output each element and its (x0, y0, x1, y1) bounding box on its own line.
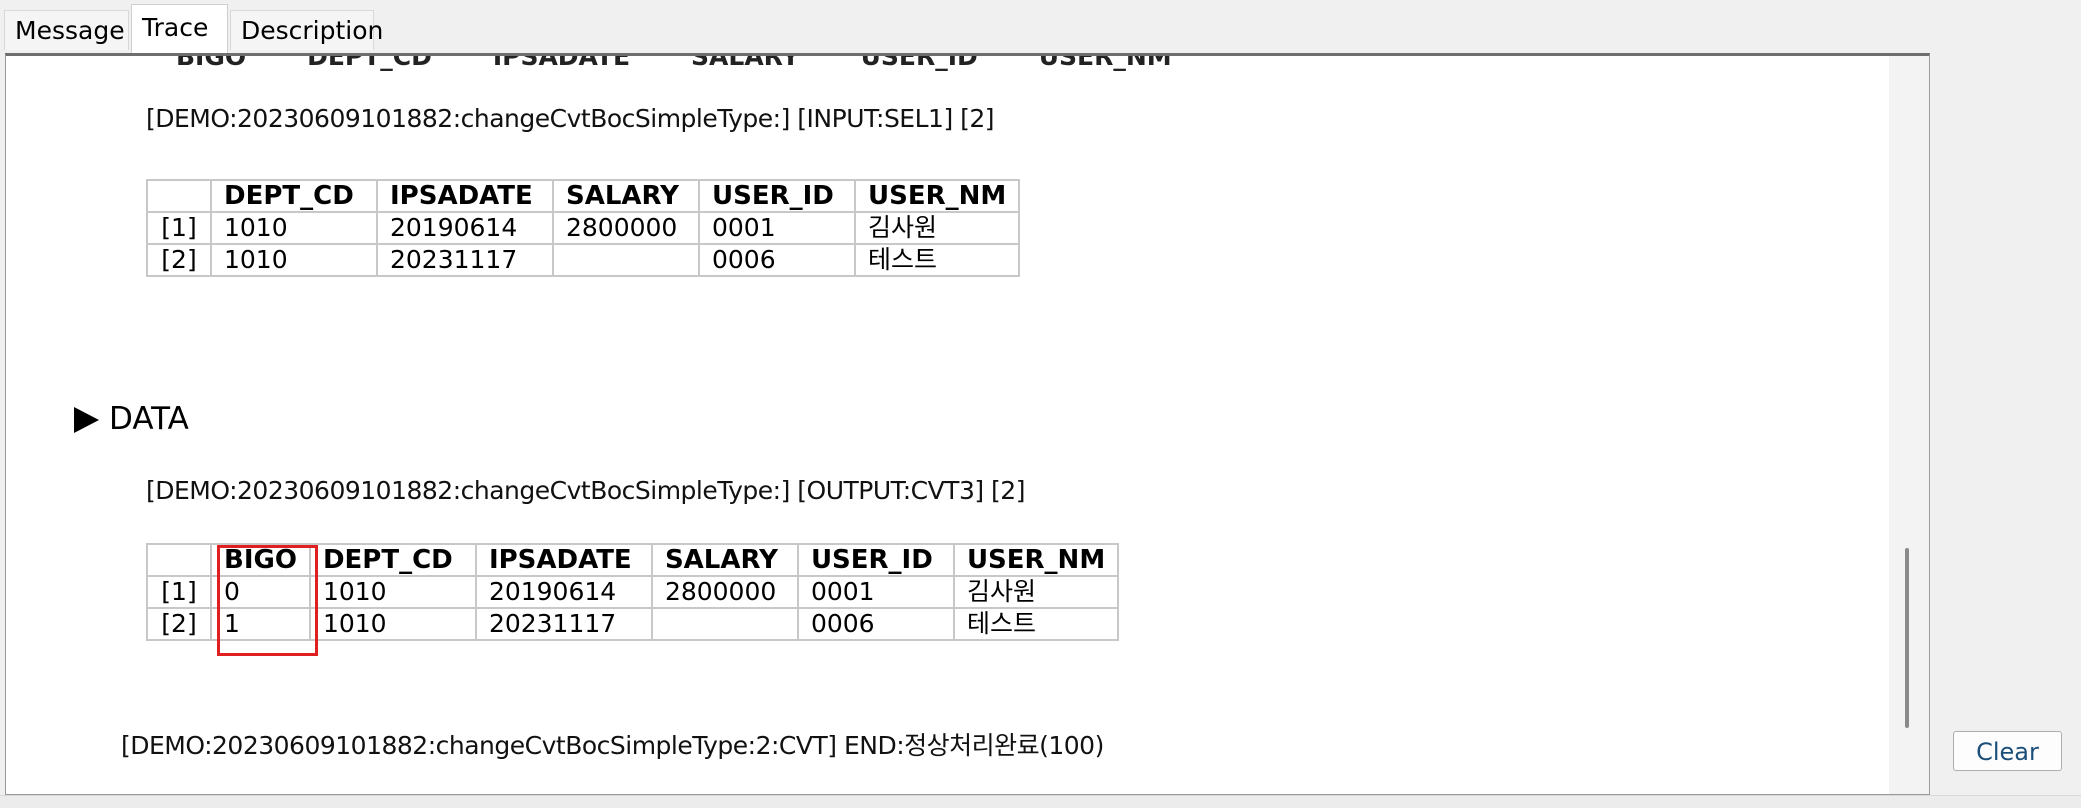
trace-panel: BIGO DEPT_CD IPSADATE SALARY USER_ID USE… (5, 53, 1930, 795)
tab-trace[interactable]: Trace (131, 4, 228, 53)
cell-salary (552, 243, 700, 277)
clipped-table-header: BIGO DEPT_CD IPSADATE SALARY USER_ID USE… (176, 53, 1172, 71)
status-bar (0, 795, 2081, 808)
cell-user-id: 0001 (698, 211, 856, 245)
cell-dept-cd: 1010 (210, 211, 378, 245)
cell-dept-cd: 1010 (308, 575, 477, 609)
cell-user-id: 0006 (698, 243, 856, 277)
row-index: [2] (146, 243, 212, 277)
header-bigo: BIGO (210, 543, 311, 577)
table-header-row: BIGO DEPT_CD IPSADATE SALARY USER_ID USE… (146, 543, 1120, 577)
cell-bigo: 1 (210, 607, 311, 641)
row-index: [1] (146, 211, 212, 245)
tab-strip: Message Trace Description (0, 0, 2081, 53)
cell-ipsadate: 20231117 (376, 243, 554, 277)
cell-user-nm: 김사원 (952, 575, 1120, 609)
header-user-id: USER_ID (698, 179, 856, 213)
table-header-row: DEPT_CD IPSADATE SALARY USER_ID USER_NM (146, 179, 1021, 213)
cell-user-nm: 테스트 (952, 607, 1120, 641)
header-ipsadate: IPSADATE (474, 543, 653, 577)
input-table: DEPT_CD IPSADATE SALARY USER_ID USER_NM … (146, 179, 1021, 277)
cell-user-id: 0006 (796, 607, 955, 641)
header-salary: SALARY (650, 543, 799, 577)
cell-ipsadate: 20190614 (376, 211, 554, 245)
cell-user-nm: 김사원 (853, 211, 1021, 245)
header-user-nm: USER_NM (853, 179, 1021, 213)
trace-content: BIGO DEPT_CD IPSADATE SALARY USER_ID USE… (6, 56, 1929, 794)
clipped-header-cell: USER_NM (1038, 53, 1172, 71)
cell-salary (650, 607, 799, 641)
cell-dept-cd: 1010 (210, 243, 378, 277)
output-table: BIGO DEPT_CD IPSADATE SALARY USER_ID USE… (146, 543, 1120, 641)
cell-ipsadate: 20231117 (474, 607, 653, 641)
tab-message[interactable]: Message (4, 10, 129, 50)
cell-salary: 2800000 (552, 211, 700, 245)
table-row: [1] 0 1010 20190614 2800000 0001 김사원 (146, 575, 1120, 609)
clipped-header-cell: USER_ID (860, 53, 978, 71)
header-corner (146, 543, 212, 577)
header-salary: SALARY (552, 179, 700, 213)
header-corner (146, 179, 212, 213)
header-dept-cd: DEPT_CD (308, 543, 477, 577)
section-title-data: DATA (74, 401, 189, 437)
clipped-header-cell: IPSADATE (492, 53, 631, 71)
table-row: [2] 1010 20231117 0006 테스트 (146, 243, 1021, 277)
row-index: [2] (146, 607, 212, 641)
cell-user-nm: 테스트 (853, 243, 1021, 277)
clear-button[interactable]: Clear (1953, 731, 2062, 771)
header-ipsadate: IPSADATE (376, 179, 554, 213)
vertical-scrollbar[interactable] (1889, 56, 1929, 794)
section-title-text: DATA (109, 401, 189, 437)
tab-description[interactable]: Description (230, 10, 383, 50)
cell-ipsadate: 20190614 (474, 575, 653, 609)
header-dept-cd: DEPT_CD (210, 179, 378, 213)
clipped-header-cell: DEPT_CD (307, 53, 432, 71)
input-log-line: [DEMO:20230609101882:changeCvtBocSimpleT… (146, 104, 995, 133)
end-log-line: [DEMO:20230609101882:changeCvtBocSimpleT… (121, 731, 1104, 760)
triangle-right-icon (74, 407, 99, 433)
scrollbar-thumb[interactable] (1905, 548, 1909, 728)
clipped-header-cell: SALARY (691, 53, 800, 71)
cell-dept-cd: 1010 (308, 607, 477, 641)
table-row: [1] 1010 20190614 2800000 0001 김사원 (146, 211, 1021, 245)
cell-salary: 2800000 (650, 575, 799, 609)
cell-user-id: 0001 (796, 575, 955, 609)
output-log-line: [DEMO:20230609101882:changeCvtBocSimpleT… (146, 476, 1025, 505)
clipped-header-cell: BIGO (176, 53, 247, 71)
table-row: [2] 1 1010 20231117 0006 테스트 (146, 607, 1120, 641)
cell-bigo: 0 (210, 575, 311, 609)
header-user-nm: USER_NM (952, 543, 1120, 577)
row-index: [1] (146, 575, 212, 609)
header-user-id: USER_ID (796, 543, 955, 577)
